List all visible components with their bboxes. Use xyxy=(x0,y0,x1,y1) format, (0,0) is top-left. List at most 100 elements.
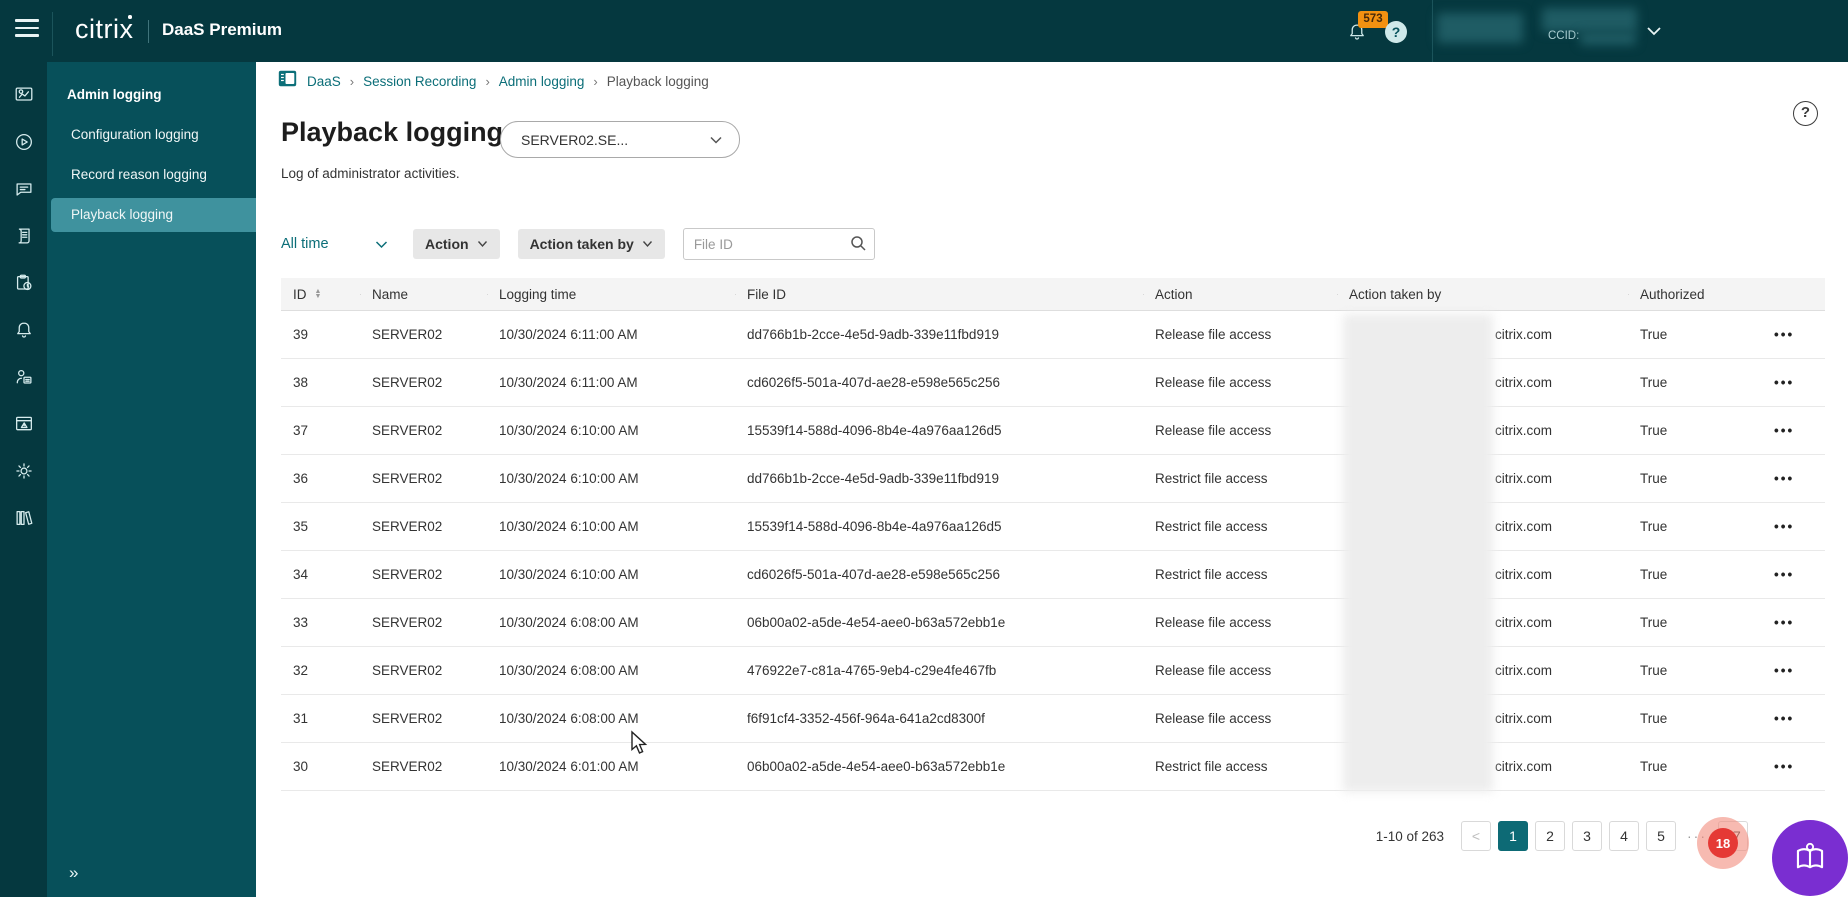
cell-authorized: True xyxy=(1640,567,1668,582)
logs-scroll-icon[interactable] xyxy=(13,225,35,247)
main-content: DaaS › Session Recording › Admin logging… xyxy=(256,62,1848,897)
user-record-icon[interactable] xyxy=(13,366,35,388)
column-header-logging-time[interactable]: Logging time xyxy=(487,287,735,302)
guide-assistant-fab[interactable] xyxy=(1772,820,1848,896)
cell-logging-time: 10/30/2024 6:01:00 AM xyxy=(499,759,639,774)
cell-logging-time: 10/30/2024 6:10:00 AM xyxy=(499,471,639,486)
row-menu-button[interactable]: ••• xyxy=(1752,519,1825,534)
sidebar-item-configuration-logging[interactable]: Configuration logging xyxy=(51,118,256,152)
page-help-icon[interactable]: ? xyxy=(1793,101,1818,126)
row-menu-button[interactable]: ••• xyxy=(1752,567,1825,582)
cell-authorized: True xyxy=(1640,327,1668,342)
cell-authorized: True xyxy=(1640,375,1668,390)
pagination-page-5[interactable]: 5 xyxy=(1646,821,1676,851)
table-row: 39 SERVER02 10/30/2024 6:11:00 AM dd766b… xyxy=(281,311,1825,359)
table-row: 37 SERVER02 10/30/2024 6:10:00 AM 15539f… xyxy=(281,407,1825,455)
cell-name: SERVER02 xyxy=(372,375,443,390)
tasks-clock-icon[interactable] xyxy=(13,272,35,294)
sort-icon[interactable]: ▲ ▼ xyxy=(315,288,322,300)
logo-dot xyxy=(128,15,132,19)
time-range-filter[interactable]: All time xyxy=(281,236,388,252)
redacted-ccid-value xyxy=(1580,32,1636,45)
table-row: 31 SERVER02 10/30/2024 6:08:00 AM f6f91c… xyxy=(281,695,1825,743)
cell-action: Restrict file access xyxy=(1155,519,1268,534)
fab-notification-badge: 18 xyxy=(1708,828,1738,858)
secondary-sidebar: Admin logging Configuration logging Reco… xyxy=(47,62,256,897)
alert-card-icon[interactable] xyxy=(13,413,35,435)
account-chevron-down-icon[interactable] xyxy=(1646,24,1662,42)
cell-name: SERVER02 xyxy=(372,327,443,342)
pagination-page-4[interactable]: 4 xyxy=(1609,821,1639,851)
cell-id: 33 xyxy=(293,615,309,630)
action-filter-label: Action xyxy=(425,236,469,252)
column-header-name[interactable]: Name xyxy=(360,287,487,302)
action-taken-by-filter-button[interactable]: Action taken by xyxy=(517,229,665,259)
cell-logging-time: 10/30/2024 6:10:00 AM xyxy=(499,423,639,438)
top-bar: citrix DaaS Premium 573 ? CCID: xyxy=(0,0,1848,62)
breadcrumb-admin-logging[interactable]: Admin logging xyxy=(499,74,585,89)
cell-action: Release file access xyxy=(1155,375,1272,390)
cell-action: Release file access xyxy=(1155,423,1272,438)
sidebar-section-admin-logging[interactable]: Admin logging xyxy=(47,78,256,112)
column-header-file-id[interactable]: File ID xyxy=(735,287,1143,302)
pagination-range: 1-10 of 263 xyxy=(1375,828,1444,844)
cell-file-id: 06b00a02-a5de-4e54-aee0-b63a572ebb1e xyxy=(747,615,1006,630)
row-menu-button[interactable]: ••• xyxy=(1752,375,1825,390)
cell-action: Release file access xyxy=(1155,615,1272,630)
server-dropdown[interactable]: SERVER02.SE... xyxy=(500,121,740,158)
session-play-icon[interactable] xyxy=(13,131,35,153)
sidebar-item-playback-logging[interactable]: Playback logging xyxy=(51,198,256,232)
cell-authorized: True xyxy=(1640,471,1668,486)
row-menu-button[interactable]: ••• xyxy=(1752,711,1825,726)
library-books-icon[interactable] xyxy=(13,507,35,529)
pagination-prev-button[interactable]: < xyxy=(1461,821,1491,851)
row-menu-button[interactable]: ••• xyxy=(1752,663,1825,678)
cell-authorized: True xyxy=(1640,615,1668,630)
cell-authorized: True xyxy=(1640,423,1668,438)
table-header-row: ID ▲ ▼ Name Logging time File ID Action A… xyxy=(281,278,1825,311)
chevron-down-icon xyxy=(710,136,722,144)
file-id-search-input[interactable] xyxy=(682,228,875,260)
analytics-monitor-icon[interactable] xyxy=(13,84,35,106)
row-menu-button[interactable]: ••• xyxy=(1752,759,1825,774)
cell-authorized: True xyxy=(1640,759,1668,774)
pagination-page-2[interactable]: 2 xyxy=(1535,821,1565,851)
cell-file-id: 15539f14-588d-4096-8b4e-4a976aa126d5 xyxy=(747,519,1002,534)
pagination-page-1[interactable]: 1 xyxy=(1498,821,1528,851)
header-help-icon[interactable]: ? xyxy=(1385,21,1407,43)
row-menu-button[interactable]: ••• xyxy=(1752,471,1825,486)
column-header-id[interactable]: ID ▲ ▼ xyxy=(281,287,360,302)
cell-name: SERVER02 xyxy=(372,423,443,438)
redacted-action-taken-by-column xyxy=(1343,314,1493,792)
search-icon[interactable] xyxy=(850,235,867,257)
cell-id: 34 xyxy=(293,567,309,582)
cell-id: 35 xyxy=(293,519,309,534)
sidebar-expand-icon[interactable]: » xyxy=(69,863,78,883)
column-header-authorized[interactable]: Authorized xyxy=(1628,287,1752,302)
action-filter-button[interactable]: Action xyxy=(413,229,500,259)
cell-action: Restrict file access xyxy=(1155,471,1268,486)
settings-gear-icon[interactable] xyxy=(13,460,35,482)
row-menu-button[interactable]: ••• xyxy=(1752,423,1825,438)
cell-action: Restrict file access xyxy=(1155,759,1268,774)
pagination-page-3[interactable]: 3 xyxy=(1572,821,1602,851)
cell-action: Release file access xyxy=(1155,327,1272,342)
cell-authorized: True xyxy=(1640,519,1668,534)
citrix-logo-text: citrix xyxy=(75,14,134,44)
row-menu-button[interactable]: ••• xyxy=(1752,615,1825,630)
notifications-rail-bell-icon[interactable] xyxy=(13,319,35,341)
cell-name: SERVER02 xyxy=(372,519,443,534)
row-menu-button[interactable]: ••• xyxy=(1752,327,1825,342)
panel-toggle-icon[interactable] xyxy=(278,70,297,92)
column-header-action-taken-by[interactable]: Action taken by xyxy=(1337,287,1628,302)
breadcrumb-separator: › xyxy=(485,73,490,89)
sidebar-item-record-reason-logging[interactable]: Record reason logging xyxy=(51,158,256,192)
page-subtitle: Log of administrator activities. xyxy=(281,166,460,181)
cell-name: SERVER02 xyxy=(372,615,443,630)
column-header-action[interactable]: Action xyxy=(1143,287,1337,302)
breadcrumb-session-recording[interactable]: Session Recording xyxy=(363,74,476,89)
hamburger-menu-icon[interactable] xyxy=(15,19,39,43)
breadcrumb-daas[interactable]: DaaS xyxy=(307,74,341,89)
cell-id: 30 xyxy=(293,759,309,774)
messages-icon[interactable] xyxy=(13,178,35,200)
